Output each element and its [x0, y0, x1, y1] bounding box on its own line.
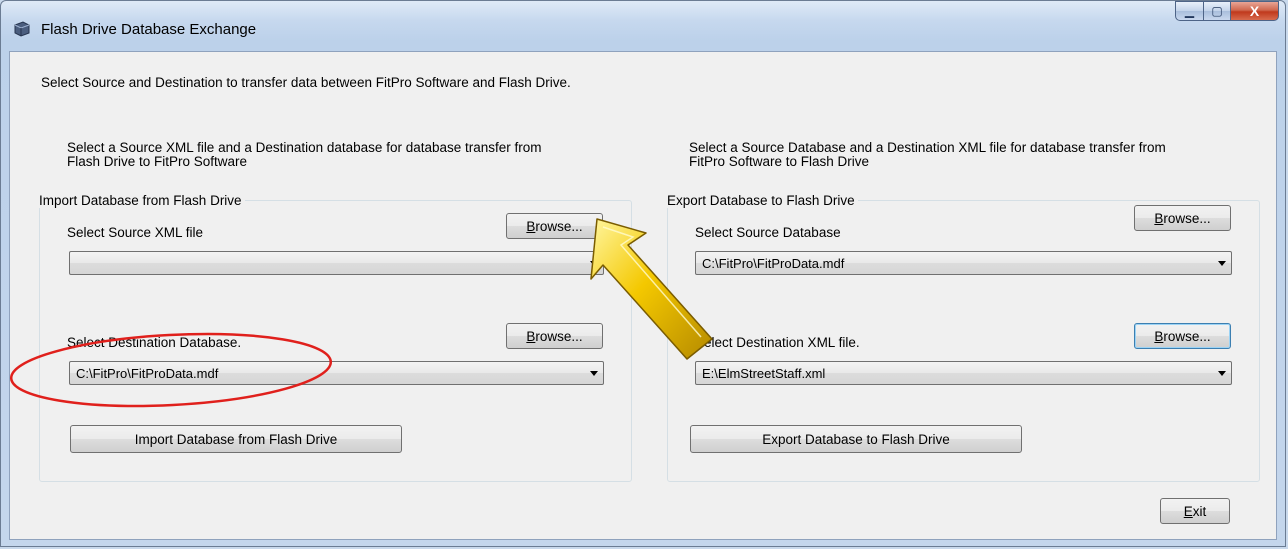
chevron-down-icon[interactable] [590, 371, 598, 376]
combo-value: C:\FitPro\FitProData.mdf [702, 256, 845, 271]
import-group-title: Import Database from Flash Drive [39, 193, 245, 208]
instructions-text: Select Source and Destination to transfe… [41, 75, 571, 90]
exit-button[interactable]: Exit [1160, 498, 1230, 524]
chevron-down-icon[interactable] [1218, 261, 1226, 266]
maximize-icon: ▢ [1211, 4, 1223, 18]
export-destination-label: Select Destination XML file. [695, 335, 860, 350]
combo-value: C:\FitPro\FitProData.mdf [76, 366, 219, 381]
import-source-browse-button[interactable]: Browse... [506, 213, 603, 239]
browse-label: rowse... [1163, 328, 1211, 344]
import-source-label: Select Source XML file [67, 225, 204, 240]
import-source-xml-dropdown[interactable] [69, 251, 604, 275]
chevron-down-icon[interactable] [1218, 371, 1226, 376]
export-description-line2: FitPro Software to Flash Drive [689, 154, 870, 169]
caption-buttons: ▁ ▢ X [1175, 1, 1279, 23]
import-database-button[interactable]: Import Database from Flash Drive [70, 425, 402, 453]
app-window: Flash Drive Database Exchange ▁ ▢ X Sele… [0, 0, 1286, 547]
minimize-icon: ▁ [1184, 4, 1195, 18]
client-area: Select Source and Destination to transfe… [9, 51, 1277, 540]
close-icon: X [1249, 3, 1260, 19]
browse-label: rowse... [1163, 210, 1211, 226]
window-title: Flash Drive Database Exchange [41, 21, 257, 38]
browse-mnemonic: B [1154, 210, 1164, 226]
export-destination-xml-dropdown[interactable]: E:\ElmStreetStaff.xml [695, 361, 1232, 385]
browse-mnemonic: B [1154, 328, 1164, 344]
export-source-browse-button[interactable]: Browse... [1134, 205, 1231, 231]
browse-label: rowse... [535, 328, 583, 344]
exit-mnemonic: E [1183, 503, 1193, 519]
import-description-line1: Select a Source XML file and a Destinati… [67, 140, 542, 155]
import-destination-database-dropdown[interactable]: C:\FitPro\FitProData.mdf [69, 361, 604, 385]
maximize-button[interactable]: ▢ [1204, 1, 1231, 21]
title-bar[interactable]: Flash Drive Database Exchange ▁ ▢ X [1, 1, 1285, 51]
combo-value: E:\ElmStreetStaff.xml [702, 366, 826, 381]
export-source-label: Select Source Database [695, 225, 841, 240]
export-source-database-dropdown[interactable]: C:\FitPro\FitProData.mdf [695, 251, 1232, 275]
exit-label: xit [1192, 503, 1207, 519]
minimize-button[interactable]: ▁ [1175, 1, 1204, 21]
browse-mnemonic: B [526, 218, 536, 234]
export-group: Export Database to Flash Drive Select So… [667, 193, 1260, 482]
import-group: Import Database from Flash Drive Select … [39, 193, 632, 482]
database-app-icon [14, 21, 30, 37]
export-destination-browse-button[interactable]: Browse... [1134, 323, 1231, 349]
browse-label: rowse... [535, 218, 583, 234]
export-description-line1: Select a Source Database and a Destinati… [689, 140, 1166, 155]
import-destination-label: Select Destination Database. [67, 335, 242, 350]
import-description-line2: Flash Drive to FitPro Software [67, 154, 248, 169]
export-group-title: Export Database to Flash Drive [667, 193, 858, 208]
export-database-button[interactable]: Export Database to Flash Drive [690, 425, 1022, 453]
import-destination-browse-button[interactable]: Browse... [506, 323, 603, 349]
chevron-down-icon[interactable] [590, 261, 598, 266]
close-button[interactable]: X [1231, 1, 1279, 21]
browse-mnemonic: B [526, 328, 536, 344]
